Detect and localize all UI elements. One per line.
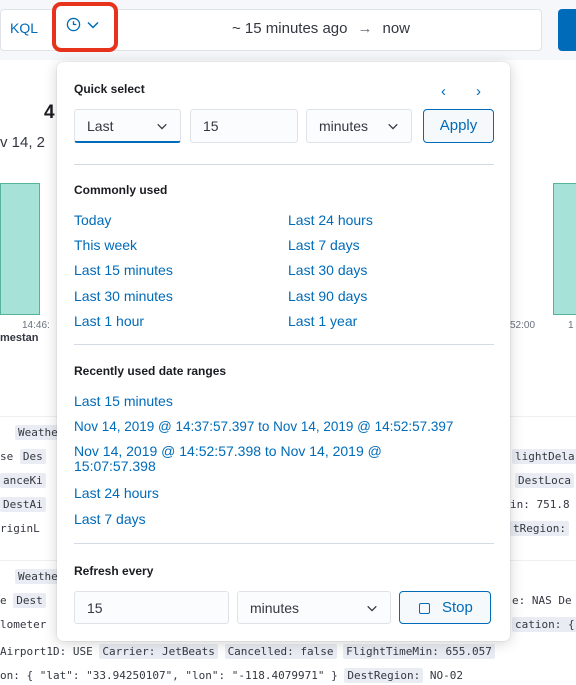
refresh-every-title: Refresh every [74,564,154,578]
quick-select-value[interactable]: 15 [190,109,298,143]
commonly-used-link[interactable]: Last 1 hour [74,312,144,330]
clock-icon [66,17,81,32]
doc-field: DestAi [0,497,46,512]
recent-range-link[interactable]: Last 24 hours [74,484,159,502]
date-end[interactable]: now [383,20,411,37]
stop-icon [419,603,430,614]
commonly-used-link[interactable]: Today [74,211,111,229]
time-range-label: v 14, 2 [0,134,46,151]
doc-field: e Dest [0,593,46,608]
query-language-toggle[interactable]: KQL [10,20,38,36]
recent-range-link[interactable]: Nov 14, 2019 @ 14:52:57.398 to Nov 14, 2… [74,444,414,474]
hits-count: 4 [44,102,55,123]
doc-field: lometer [0,618,47,631]
tick-label: 14:46: [22,320,50,331]
recent-range-link[interactable]: Nov 14, 2019 @ 14:37:57.397 to Nov 14, 2… [74,418,453,436]
doc-field: lightDela [512,449,576,464]
date-quick-select-popover: Quick select ‹ › Last 15 minutes Apply C… [57,62,510,641]
refresh-interval-unit[interactable]: minutes [237,591,391,624]
date-arrow: → [357,20,373,37]
doc-field: anceKi [0,473,46,488]
section-divider [74,164,494,165]
recent-range-link[interactable]: Last 15 minutes [74,392,173,410]
histogram-bar-left[interactable] [0,183,40,315]
commonly-used-link[interactable]: Last 1 year [288,312,357,330]
doc-field: on: { "lat": "33.94250107", "lon": "-118… [0,668,463,683]
top-bar: KQL ~ 15 minutes ago → now [0,0,576,60]
quick-select-direction[interactable]: Last [74,109,181,143]
apply-button[interactable]: Apply [423,109,494,143]
histogram-bar-right[interactable] [553,183,576,315]
refresh-button[interactable] [558,9,576,51]
doc-field: in: 751.8 [510,498,570,511]
commonly-used-title: Commonly used [74,183,168,197]
chevron-down-icon [87,21,99,29]
doc-field: Weathe [15,425,61,440]
doc-field: tRegion: [510,521,569,536]
section-divider [74,543,494,544]
doc-field: Weathe [15,569,61,584]
chevron-down-icon [388,123,398,130]
commonly-used-link[interactable]: Last 15 minutes [74,261,173,279]
tick-label: 1 [568,320,574,331]
recently-used-title: Recently used date ranges [74,364,227,378]
date-range-display[interactable]: ~ 15 minutes ago → now [232,20,410,37]
quick-select-unit[interactable]: minutes [306,109,412,143]
next-range-button[interactable]: › [476,83,481,100]
date-start[interactable]: ~ 15 minutes ago [232,20,348,37]
doc-field: riginL [0,522,40,535]
commonly-used-link[interactable]: Last 7 days [288,236,360,254]
refresh-interval-value[interactable]: 15 [74,591,229,624]
doc-field: e: NAS De [512,594,572,607]
chevron-down-icon [157,123,167,129]
previous-range-button[interactable]: ‹ [441,83,446,100]
commonly-used-link[interactable]: Last 30 days [288,261,367,279]
commonly-used-link[interactable]: Last 24 hours [288,211,373,229]
timestamp-label: mestan [0,332,39,344]
doc-field: DestLoca [515,473,574,488]
recent-range-link[interactable]: Last 7 days [74,510,146,528]
commonly-used-link[interactable]: Last 30 minutes [74,287,173,305]
doc-field: se Des [0,449,46,464]
quick-menu-trigger[interactable] [52,2,118,52]
doc-field: Airport1D: USE Carrier: JetBeats Cancell… [0,644,495,659]
doc-field: cation: { [512,617,576,632]
chevron-down-icon [367,605,377,611]
section-divider [74,344,494,345]
stop-refresh-button[interactable]: Stop [399,591,491,624]
quick-select-title: Quick select [74,82,145,96]
commonly-used-link[interactable]: Last 90 days [288,287,367,305]
commonly-used-link[interactable]: This week [74,236,137,254]
tick-label: 52:00 [510,320,536,331]
